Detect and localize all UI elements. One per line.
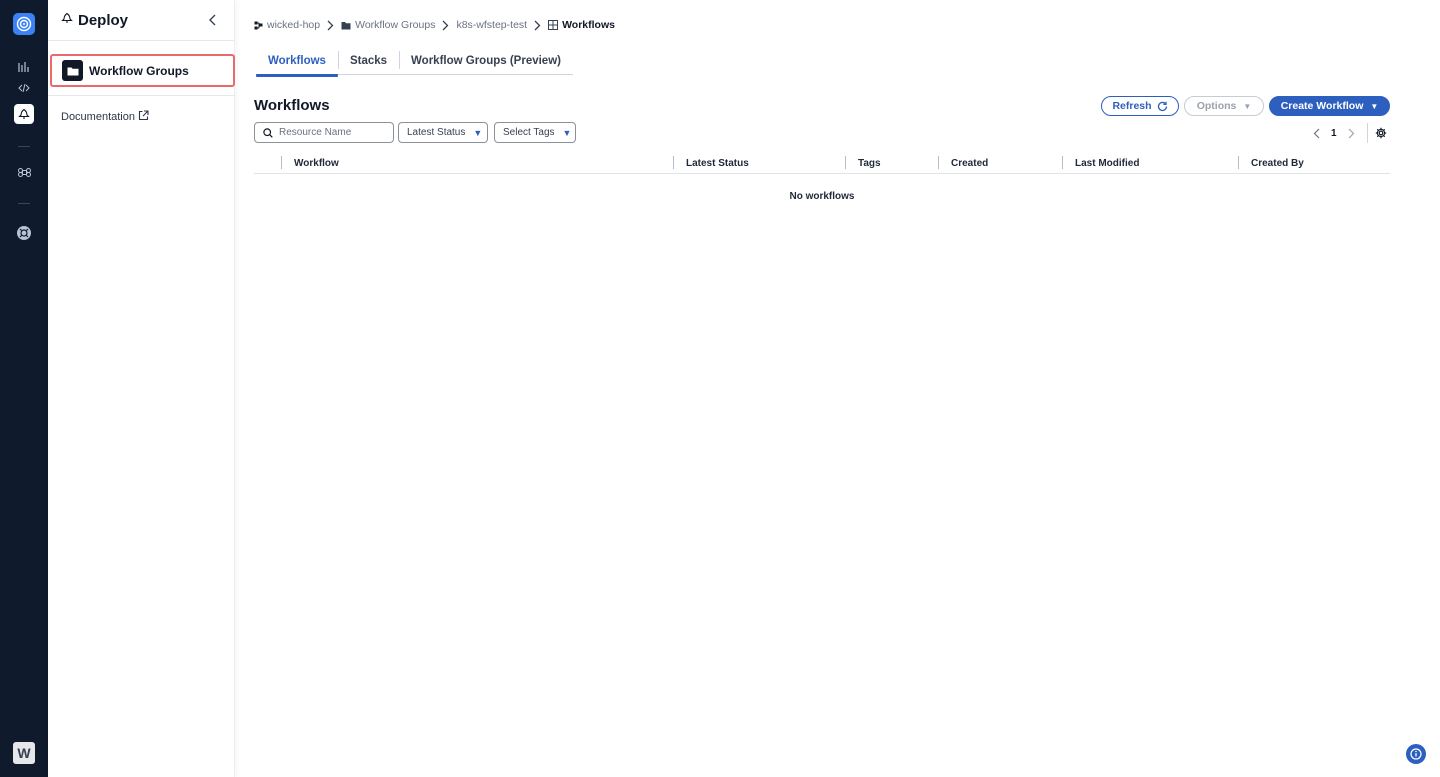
page-title: Workflows — [254, 97, 330, 114]
dashboard-icon[interactable] — [14, 57, 34, 77]
chevron-right-icon[interactable] — [1345, 128, 1359, 139]
sidebar-item-workflow-groups[interactable]: Workflow Groups — [50, 54, 235, 87]
refresh-button-label: Refresh — [1112, 100, 1152, 112]
breadcrumb-item[interactable]: k8s-wfstep-test — [456, 19, 527, 31]
search-icon — [263, 127, 273, 138]
breadcrumb-item[interactable]: Workflow Groups — [341, 19, 435, 31]
tab-workflow-groups-preview[interactable]: Workflow Groups (Preview) — [399, 46, 573, 75]
pager-divider — [1366, 123, 1368, 143]
breadcrumb: wicked-hop Workflow Groups k8s-wfstep-te… — [254, 17, 615, 33]
pagination: 1 — [1309, 123, 1387, 143]
caret-down-icon: ▼ — [473, 127, 483, 138]
select-tags-filter[interactable]: Select Tags ▼ — [494, 122, 576, 143]
breadcrumb-label: Workflow Groups — [355, 19, 436, 31]
app-logo-icon[interactable] — [13, 13, 35, 35]
folder-icon — [62, 60, 83, 81]
side-divider — [48, 95, 235, 96]
settings-gear-icon[interactable] — [1375, 127, 1387, 139]
external-link-icon — [135, 110, 149, 124]
latest-status-filter-label: Latest Status — [407, 127, 466, 138]
side-panel-title: Deploy — [78, 11, 129, 29]
create-workflow-button-label: Create Workflow — [1280, 100, 1364, 112]
chevron-right-icon — [442, 20, 449, 31]
empty-state: No workflows — [789, 190, 855, 202]
search-input[interactable] — [279, 127, 379, 138]
column-header-created-by[interactable]: Created By — [1238, 156, 1304, 170]
folder-icon — [341, 21, 351, 29]
rail-divider — [18, 146, 30, 147]
deploy-icon — [61, 11, 73, 29]
table-header: Workflow Latest Status Tags Created Last… — [254, 151, 1390, 174]
app-rail: W — [0, 0, 48, 777]
org-icon — [254, 21, 263, 29]
tab-stacks[interactable]: Stacks — [337, 46, 399, 75]
column-header-latest-status[interactable]: Latest Status — [673, 156, 749, 170]
caret-down-icon: ▼ — [1243, 101, 1252, 111]
resource-search[interactable] — [254, 122, 394, 143]
main-content: wicked-hop Workflow Groups k8s-wfstep-te… — [236, 0, 1440, 777]
breadcrumb-label: wicked-hop — [267, 19, 321, 31]
caret-down-icon: ▼ — [562, 127, 572, 138]
column-header-last-modified[interactable]: Last Modified — [1061, 156, 1139, 170]
options-button[interactable]: Options ▼ — [1184, 96, 1264, 116]
workflows-table: Workflow Latest Status Tags Created Last… — [254, 151, 1390, 218]
breadcrumb-label: Workflows — [562, 19, 615, 31]
latest-status-filter[interactable]: Latest Status ▼ — [398, 122, 488, 143]
side-panel-header: Deploy — [48, 0, 234, 41]
page-number[interactable]: 1 — [1331, 128, 1337, 139]
caret-down-icon: ▼ — [1370, 101, 1379, 111]
refresh-button[interactable]: Refresh — [1101, 96, 1179, 116]
support-icon[interactable] — [14, 223, 34, 243]
code-icon[interactable] — [14, 78, 34, 98]
breadcrumb-item[interactable]: wicked-hop — [254, 19, 320, 31]
rail-divider — [18, 203, 30, 204]
chevron-right-icon — [327, 20, 334, 31]
documentation-link[interactable]: Documentation — [61, 110, 149, 124]
select-tags-filter-label: Select Tags — [503, 127, 555, 138]
tab-workflows[interactable]: Workflows — [256, 46, 338, 77]
options-button-label: Options — [1196, 100, 1237, 112]
documentation-link-label: Documentation — [61, 111, 135, 123]
breadcrumb-label: k8s-wfstep-test — [456, 19, 528, 31]
chevron-left-icon[interactable] — [1309, 128, 1323, 139]
create-workflow-button[interactable]: Create Workflow ▼ — [1269, 96, 1390, 116]
workspace-avatar[interactable]: W — [13, 742, 35, 764]
help-icon[interactable] — [1406, 744, 1426, 764]
collapse-panel-icon[interactable] — [206, 13, 220, 27]
sidebar-item-label: Workflow Groups — [89, 63, 189, 78]
column-header-created[interactable]: Created — [937, 156, 988, 170]
column-header-workflow[interactable]: Workflow — [281, 156, 339, 170]
side-panel: Deploy Workflow Groups Documentation — [48, 0, 235, 777]
tab-bar: Workflows Stacks Workflow Groups (Previe… — [256, 46, 573, 77]
deploy-icon[interactable] — [14, 104, 34, 124]
grid-icon — [548, 20, 559, 30]
command-icon[interactable] — [14, 162, 34, 182]
column-header-tags[interactable]: Tags — [845, 156, 881, 170]
refresh-icon — [1157, 101, 1167, 111]
breadcrumb-item-current: Workflows — [548, 19, 615, 31]
chevron-right-icon — [534, 20, 541, 31]
